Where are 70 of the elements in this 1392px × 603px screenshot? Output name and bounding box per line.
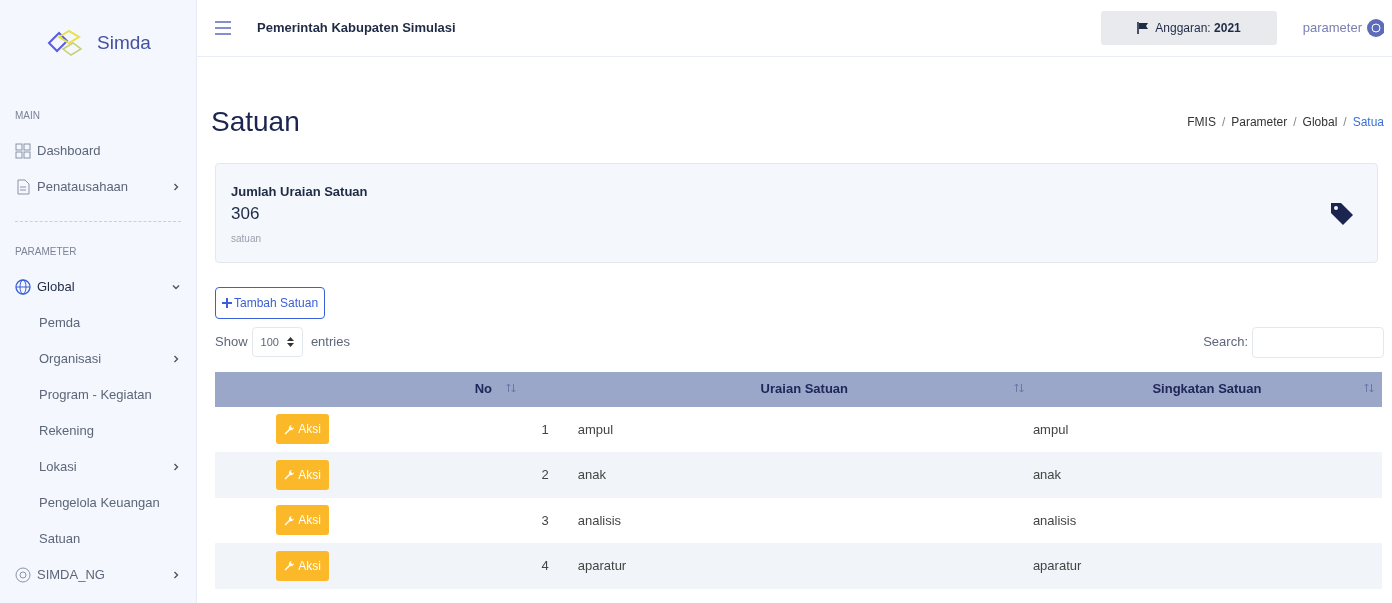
show-label: Show xyxy=(215,333,248,352)
table-cell: analisis xyxy=(1032,512,1077,528)
budget-badge[interactable]: Anggaran: 2021 xyxy=(1101,11,1277,45)
summary-label: Jumlah Uraian Satuan xyxy=(231,182,368,201)
column-header[interactable]: Singkatan Satuan xyxy=(1152,381,1262,397)
document-icon xyxy=(15,179,31,195)
avatar-icon xyxy=(1366,18,1384,38)
table-cell: ampul xyxy=(577,421,614,437)
chevron-right-icon xyxy=(171,182,181,192)
sidebar-item[interactable]: SIMDA_NG xyxy=(15,557,181,593)
logo-text: Simda xyxy=(97,30,151,55)
sidebar-subitem[interactable]: Lokasi xyxy=(15,449,181,485)
chevron-down-icon xyxy=(171,282,181,292)
sidebar-subitem[interactable]: Satuan xyxy=(15,521,181,557)
wrench-icon xyxy=(284,514,296,526)
wrench-icon xyxy=(284,560,296,572)
summary-unit: satuan xyxy=(231,231,263,246)
menu-icon[interactable] xyxy=(215,21,231,35)
sort-icon[interactable] xyxy=(1013,382,1024,393)
user-name[interactable]: parameter xyxy=(1302,18,1362,38)
search-field[interactable] xyxy=(1252,326,1384,358)
sort-icon[interactable] xyxy=(1364,382,1374,393)
sidebar-subitem[interactable]: Pemda xyxy=(15,305,181,341)
page-title: Satuan xyxy=(211,105,300,139)
sort-caret-icon xyxy=(286,337,294,348)
globe-icon xyxy=(15,279,31,295)
breadcrumb-item[interactable]: Parameter xyxy=(1231,112,1288,131)
table-cell: ampul xyxy=(1032,421,1069,437)
breadcrumb-item[interactable]: Global xyxy=(1302,112,1338,131)
chevron-right-icon xyxy=(171,462,181,472)
chevron-right-icon xyxy=(171,570,181,580)
column-header[interactable]: No xyxy=(474,381,493,397)
sidebar-subitem[interactable]: Pengelola Keuangan xyxy=(15,485,181,521)
page-size-select[interactable]: 100 xyxy=(251,326,303,358)
table-cell: 2 xyxy=(541,467,549,483)
breadcrumb-separator: / xyxy=(1293,113,1297,131)
section-label: MAIN xyxy=(15,109,41,123)
entries-label: entries xyxy=(310,333,350,352)
search-label: Search: xyxy=(1203,333,1248,352)
flag-icon xyxy=(1137,22,1150,34)
table-cell: 4 xyxy=(541,558,549,574)
plus-icon xyxy=(222,298,232,309)
table-cell: anak xyxy=(1032,467,1062,483)
table-cell: aparatur xyxy=(1032,558,1082,574)
table-cell: 3 xyxy=(541,512,549,528)
grid-icon xyxy=(15,143,31,159)
breadcrumb-separator: / xyxy=(1221,113,1226,131)
sidebar-subitem[interactable]: Rekening xyxy=(15,413,181,449)
column-header[interactable]: Uraian Satuan xyxy=(760,381,849,397)
wrench-icon xyxy=(284,469,296,481)
sidebar-subitem[interactable]: Program - Kegiatan xyxy=(15,377,181,413)
chevron-right-icon xyxy=(171,354,181,364)
table-cell: 1 xyxy=(541,421,549,437)
sidebar-item[interactable]: Global xyxy=(15,269,181,305)
table-cell: anak xyxy=(577,467,606,483)
wrench-icon xyxy=(284,423,296,435)
table-cell: aparatur xyxy=(577,558,627,574)
sidebar-subitem[interactable]: Organisasi xyxy=(15,341,181,377)
section-label: PARAMETER xyxy=(15,245,78,259)
header-title: Pemerintah Kabupaten Simulasi xyxy=(257,19,457,38)
summary-value: 306 xyxy=(231,203,261,226)
sidebar-item[interactable]: Dashboard xyxy=(15,133,181,169)
sidebar-item[interactable]: Penatausahaan xyxy=(15,169,181,205)
breadcrumb-separator: / xyxy=(1343,113,1347,131)
sort-icon[interactable] xyxy=(505,382,516,393)
add-button[interactable]: Tambah Satuan xyxy=(215,286,326,319)
breadcrumb-item[interactable]: FMIS xyxy=(1187,112,1216,131)
breadcrumb-item: Satua xyxy=(1352,113,1384,131)
tag-icon xyxy=(1329,200,1355,227)
table-cell: analisis xyxy=(577,512,622,528)
